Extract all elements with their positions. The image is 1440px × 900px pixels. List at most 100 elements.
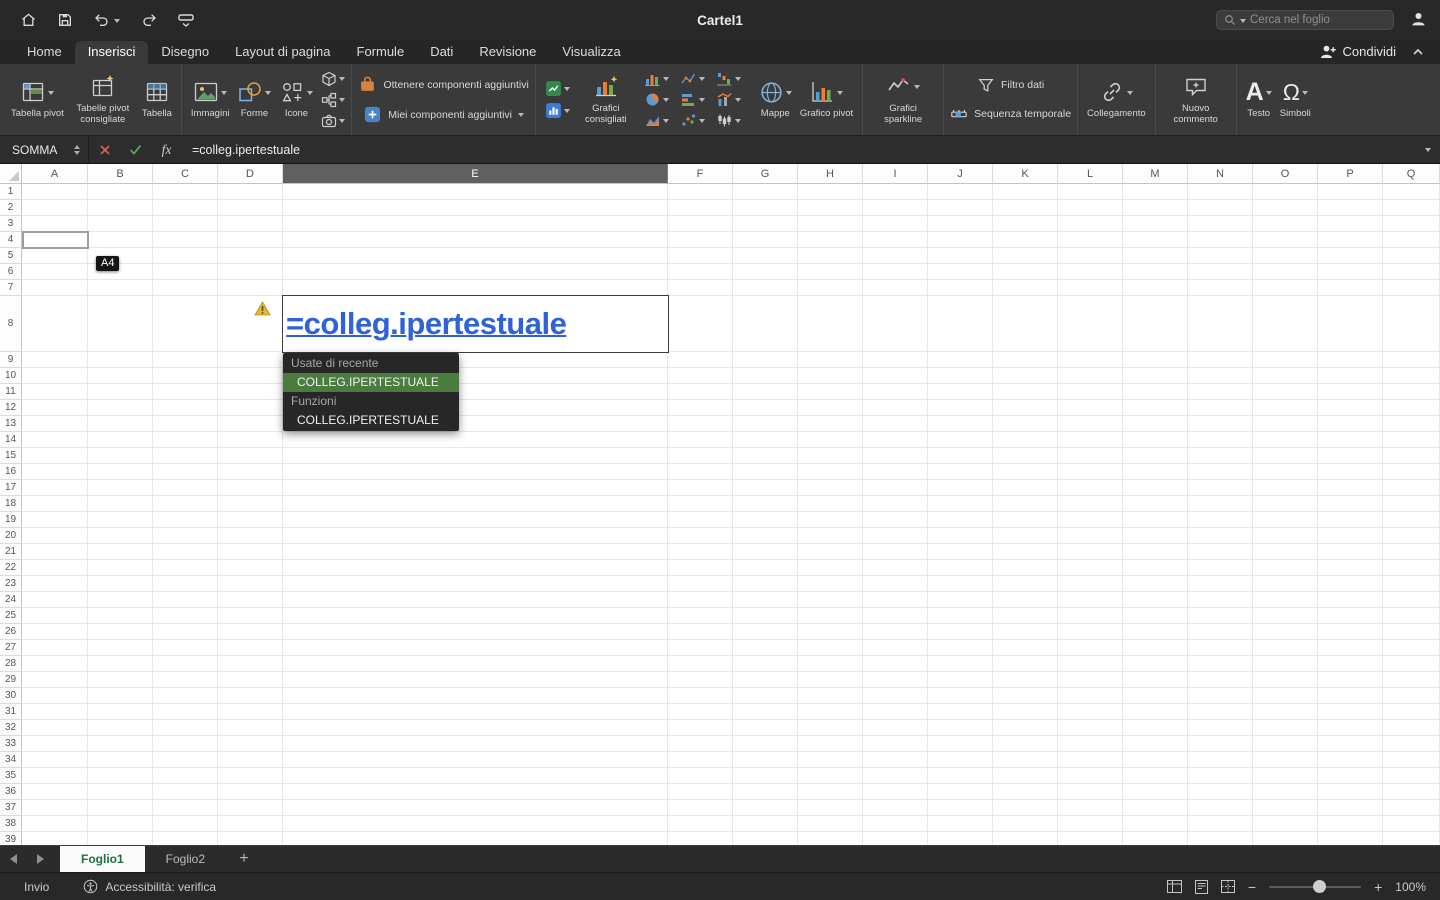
my-add-ins-button[interactable]: Miei componenti aggiuntivi xyxy=(363,105,524,124)
maps-button[interactable]: Mappe xyxy=(756,78,795,121)
screenshot-button[interactable] xyxy=(321,113,345,129)
account-button[interactable] xyxy=(1409,10,1428,28)
row-header-8[interactable]: 8 xyxy=(0,296,22,352)
insert-function-button[interactable]: fx xyxy=(151,136,182,163)
row-header-24[interactable]: 24 xyxy=(0,592,22,608)
insert-sheet-data-button[interactable] xyxy=(545,102,570,119)
row-header-37[interactable]: 37 xyxy=(0,800,22,816)
row-header-38[interactable]: 38 xyxy=(0,816,22,832)
row-header-27[interactable]: 27 xyxy=(0,640,22,656)
pivot-table-button[interactable]: Tabella pivot xyxy=(8,77,67,121)
waterfall-chart-button[interactable] xyxy=(716,68,752,89)
sheet-tab-foglio1[interactable]: Foglio1 xyxy=(60,846,145,872)
confirm-button[interactable] xyxy=(120,136,151,163)
add-sheet-button[interactable]: + xyxy=(226,846,262,872)
ribbon-tab-visualizza[interactable]: Visualizza xyxy=(549,41,633,64)
customize-toolbar-button[interactable] xyxy=(178,14,194,27)
ribbon-tab-layout-di-pagina[interactable]: Layout di pagina xyxy=(222,41,343,64)
zoom-out-button[interactable]: − xyxy=(1248,879,1256,895)
3d-models-button[interactable] xyxy=(321,71,345,87)
prev-sheet-button[interactable] xyxy=(0,846,27,872)
column-header-E[interactable]: E xyxy=(283,164,668,184)
ribbon-tab-dati[interactable]: Dati xyxy=(417,41,466,64)
row-header-21[interactable]: 21 xyxy=(0,544,22,560)
line-chart-button[interactable] xyxy=(680,68,716,89)
row-header-15[interactable]: 15 xyxy=(0,448,22,464)
row-header-28[interactable]: 28 xyxy=(0,656,22,672)
row-header-36[interactable]: 36 xyxy=(0,784,22,800)
column-header-G[interactable]: G xyxy=(733,164,798,184)
pie-chart-button[interactable] xyxy=(644,89,680,110)
row-header-6[interactable]: 6 xyxy=(0,264,22,280)
next-sheet-button[interactable] xyxy=(27,846,54,872)
row-header-25[interactable]: 25 xyxy=(0,608,22,624)
column-header-A[interactable]: A xyxy=(22,164,88,184)
column-header-I[interactable]: I xyxy=(863,164,928,184)
sheet-tab-foglio2[interactable]: Foglio2 xyxy=(145,846,226,872)
column-header-P[interactable]: P xyxy=(1318,164,1383,184)
search-box[interactable] xyxy=(1216,10,1394,30)
row-header-12[interactable]: 12 xyxy=(0,400,22,416)
text-button[interactable]: A Testo xyxy=(1243,77,1275,121)
accessibility-status[interactable]: Accessibilità: verifica xyxy=(83,879,216,894)
row-header-2[interactable]: 2 xyxy=(0,200,22,216)
row-header-10[interactable]: 10 xyxy=(0,368,22,384)
ribbon-tab-formule[interactable]: Formule xyxy=(344,41,418,64)
recommended-charts-button[interactable]: Grafici consigliati xyxy=(572,72,640,127)
collapse-ribbon-button[interactable] xyxy=(1412,48,1424,56)
zoom-thumb[interactable] xyxy=(1313,880,1326,893)
ribbon-tab-inserisci[interactable]: Inserisci xyxy=(75,41,149,64)
name-box-spinner[interactable] xyxy=(74,142,80,158)
sparklines-button[interactable]: Grafici sparkline xyxy=(869,72,937,127)
zoom-in-button[interactable]: + xyxy=(1374,879,1382,895)
row-header-4[interactable]: 4 xyxy=(0,232,22,248)
editing-cell[interactable]: =colleg.ipertestuale xyxy=(282,295,669,353)
pivot-chart-button[interactable]: Grafico pivot xyxy=(797,77,856,121)
column-header-F[interactable]: F xyxy=(668,164,733,184)
row-header-32[interactable]: 32 xyxy=(0,720,22,736)
name-box[interactable]: SOMMA xyxy=(0,136,88,163)
column-header-J[interactable]: J xyxy=(928,164,993,184)
zoom-slider[interactable] xyxy=(1269,880,1361,894)
row-header-39[interactable]: 39 xyxy=(0,832,22,845)
page-break-view-button[interactable] xyxy=(1221,880,1235,893)
row-header-11[interactable]: 11 xyxy=(0,384,22,400)
slicer-button[interactable]: Filtro dati xyxy=(977,76,1044,94)
insert-sheet-chart-button[interactable] xyxy=(545,80,570,97)
row-header-26[interactable]: 26 xyxy=(0,624,22,640)
recommended-pivot-tables-button[interactable]: Tabelle pivot consigliate xyxy=(69,72,137,127)
column-header-M[interactable]: M xyxy=(1123,164,1188,184)
row-header-13[interactable]: 13 xyxy=(0,416,22,432)
row-header-7[interactable]: 7 xyxy=(0,280,22,296)
column-header-O[interactable]: O xyxy=(1253,164,1318,184)
column-header-K[interactable]: K xyxy=(993,164,1058,184)
column-header-Q[interactable]: Q xyxy=(1383,164,1440,184)
column-header-D[interactable]: D xyxy=(218,164,283,184)
ribbon-tab-revisione[interactable]: Revisione xyxy=(466,41,549,64)
column-header-H[interactable]: H xyxy=(798,164,863,184)
row-header-35[interactable]: 35 xyxy=(0,768,22,784)
normal-view-button[interactable] xyxy=(1167,880,1182,893)
zoom-level[interactable]: 100% xyxy=(1395,880,1426,894)
combo-chart-button[interactable] xyxy=(716,89,752,110)
home-button[interactable] xyxy=(20,12,37,28)
row-header-29[interactable]: 29 xyxy=(0,672,22,688)
column-header-N[interactable]: N xyxy=(1188,164,1253,184)
row-header-18[interactable]: 18 xyxy=(0,496,22,512)
row-header-16[interactable]: 16 xyxy=(0,464,22,480)
shapes-button[interactable]: Forme xyxy=(234,77,274,121)
row-header-9[interactable]: 9 xyxy=(0,352,22,368)
row-header-31[interactable]: 31 xyxy=(0,704,22,720)
bar-chart-button[interactable] xyxy=(680,89,716,110)
timeline-button[interactable]: Sequenza temporale xyxy=(950,105,1071,123)
undo-button[interactable] xyxy=(93,12,120,28)
link-button[interactable]: Collegamento xyxy=(1084,77,1149,121)
column-chart-button[interactable] xyxy=(644,68,680,89)
column-header-C[interactable]: C xyxy=(153,164,218,184)
row-header-34[interactable]: 34 xyxy=(0,752,22,768)
row-header-22[interactable]: 22 xyxy=(0,560,22,576)
row-header-23[interactable]: 23 xyxy=(0,576,22,592)
page-layout-view-button[interactable] xyxy=(1195,880,1208,894)
row-header-17[interactable]: 17 xyxy=(0,480,22,496)
row-header-5[interactable]: 5 xyxy=(0,248,22,264)
